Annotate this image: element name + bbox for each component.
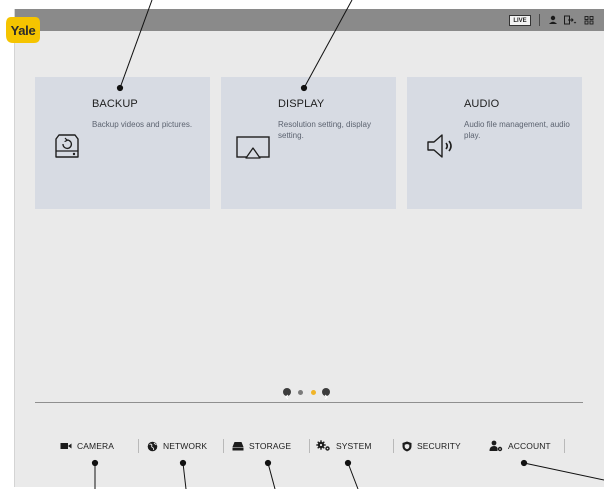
audio-title: AUDIO: [464, 98, 500, 110]
backup-card[interactable]: BACKUP Backup videos and pictures.: [35, 77, 210, 209]
camera-icon: [60, 443, 72, 449]
nav-separator: [138, 439, 139, 453]
nav-separator: [223, 439, 224, 453]
nav-system-label: SYSTEM: [336, 441, 372, 451]
logo-text: Yale: [10, 22, 36, 38]
page-dot-2-active[interactable]: [311, 389, 316, 395]
user-icon[interactable]: [547, 13, 559, 27]
nav-system[interactable]: SYSTEM: [316, 439, 372, 453]
hard-drive-backup-icon: [55, 134, 79, 158]
speaker-icon: [427, 134, 452, 158]
prev-page-button[interactable]: [283, 388, 291, 400]
nav-network[interactable]: NETWORK: [147, 439, 207, 453]
monitor-cast-icon: [236, 136, 270, 159]
nav-separator: [564, 439, 565, 453]
nav-security[interactable]: SECURITY: [402, 439, 461, 453]
backup-title: BACKUP: [92, 98, 138, 110]
logout-icon[interactable]: [563, 13, 577, 27]
display-card[interactable]: DISPLAY Resolution setting, display sett…: [221, 77, 396, 209]
topbar-separator: [539, 14, 540, 26]
chevron-right-icon: [324, 394, 328, 400]
audio-card[interactable]: AUDIO Audio file management, audio play.: [407, 77, 582, 209]
shield-icon: [402, 441, 412, 451]
nav-separator: [309, 439, 310, 453]
globe-icon: [147, 441, 158, 451]
nav-network-label: NETWORK: [163, 441, 208, 451]
nav-storage-label: STORAGE: [249, 441, 292, 451]
display-title: DISPLAY: [278, 98, 325, 110]
nav-divider: [35, 402, 583, 403]
nav-account[interactable]: ACCOUNT: [489, 439, 551, 453]
page-indicator: [283, 388, 343, 400]
yale-logo: Yale: [5, 15, 41, 45]
nav-storage[interactable]: STORAGE: [232, 439, 291, 453]
nav-camera-label: CAMERA: [77, 441, 114, 451]
nav-camera[interactable]: CAMERA: [60, 439, 114, 453]
live-button[interactable]: LIVE: [509, 15, 531, 26]
nav-separator: [393, 439, 394, 453]
display-description: Resolution setting, display setting.: [278, 120, 371, 140]
next-page-button[interactable]: [322, 388, 330, 400]
page-dot-1[interactable]: [298, 389, 303, 395]
audio-description: Audio file management, audio play.: [464, 120, 570, 140]
storage-icon: [232, 442, 244, 451]
top-bar: LIVE: [15, 9, 604, 31]
grid-menu-icon[interactable]: [583, 13, 595, 27]
nav-security-label: SECURITY: [417, 441, 461, 451]
chevron-left-icon: [285, 394, 289, 400]
backup-description: Backup videos and pictures.: [92, 120, 193, 129]
nav-account-label: ACCOUNT: [508, 441, 551, 451]
account-gear-icon: [489, 440, 503, 452]
settings-screen: LIVE BACKUP Backup videos and pictures.: [14, 9, 604, 487]
gears-icon: [316, 440, 330, 451]
